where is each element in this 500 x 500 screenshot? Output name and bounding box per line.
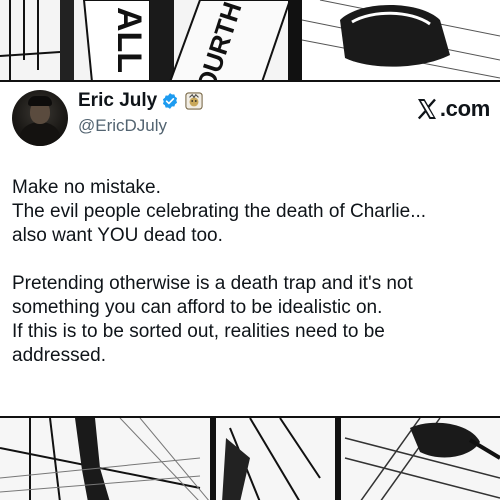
tweet-line: addressed.: [12, 345, 107, 366]
bottom-comic-artwork: [0, 418, 500, 500]
tweet-line: If this is to be sorted out, realities n…: [12, 321, 385, 342]
tweet-paragraph-2: Pretending otherwise is a death trap and…: [12, 272, 492, 368]
x-source-label[interactable]: .com: [415, 96, 490, 122]
avatar[interactable]: [12, 90, 68, 146]
x-logo-icon: [415, 97, 439, 121]
top-comic-panel-strip: ALL FOURTH W: [0, 0, 500, 82]
author-name-row: Eric July: [78, 90, 203, 112]
verified-badge-icon: [161, 92, 179, 110]
sign-text-all: ALL: [110, 7, 148, 73]
user-handle[interactable]: @EricDJuly: [78, 116, 167, 136]
tweet-line: The evil people celebrating the death of…: [12, 201, 427, 222]
tweet-line: Make no mistake.: [12, 177, 161, 198]
tweet-card[interactable]: Eric July @EricDJuly .com Make no mistak…: [0, 82, 500, 416]
affiliation-badge-icon[interactable]: [185, 92, 203, 110]
tweet-line: Pretending otherwise is a death trap and…: [12, 273, 413, 294]
source-domain-text: .com: [439, 96, 490, 121]
display-name[interactable]: Eric July: [78, 90, 157, 112]
tweet-line: something you can afford to be idealisti…: [12, 297, 383, 318]
tweet-line: also want YOU dead too.: [12, 225, 223, 246]
tweet-paragraph-1: Make no mistake. The evil people celebra…: [12, 176, 492, 248]
tweet-body: Make no mistake. The evil people celebra…: [12, 176, 492, 392]
top-comic-artwork: ALL FOURTH W: [0, 0, 500, 80]
bottom-comic-panel-strip: [0, 416, 500, 500]
